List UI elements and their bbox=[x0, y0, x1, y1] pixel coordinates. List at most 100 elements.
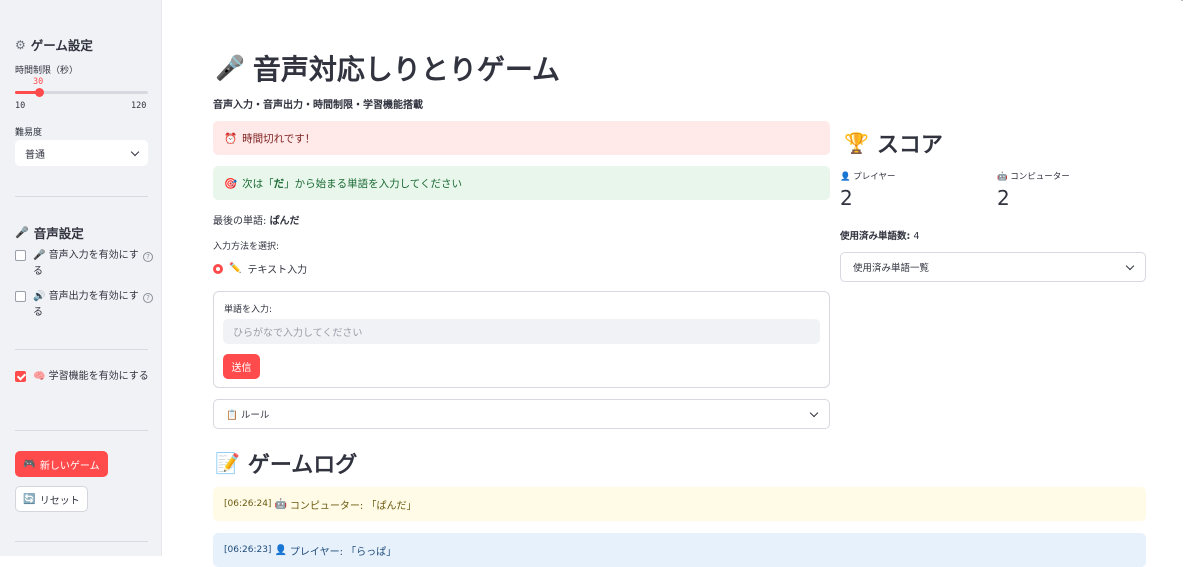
brain-icon: 🧠 bbox=[33, 371, 46, 382]
log-entry: [06:26:23] 👤 プレイヤー: 「らっぱ」 bbox=[213, 533, 1146, 567]
time-limit-max: 120 bbox=[131, 101, 147, 111]
speaker-icon: 🔊 bbox=[33, 291, 46, 302]
user-icon: 👤 bbox=[840, 172, 851, 182]
refresh-icon: 🔄 bbox=[23, 493, 36, 505]
used-words-value: 4 bbox=[913, 231, 920, 242]
player-label-text: プレイヤー bbox=[853, 172, 896, 182]
slider-thumb[interactable] bbox=[34, 88, 44, 97]
score-heading: 🏆 スコア bbox=[844, 131, 943, 158]
new-game-label: 新しいゲーム bbox=[39, 460, 100, 472]
divider bbox=[15, 541, 148, 542]
computer-label-text: コンピューター bbox=[1010, 172, 1070, 182]
log-text: コンピューター: 「ぱんだ」 bbox=[289, 500, 417, 512]
used-words-label: 使用済み単語数: bbox=[840, 231, 911, 242]
computer-score-value: 2 bbox=[997, 186, 1010, 210]
voice-output-text: 🔊 音声出力を有効にする bbox=[33, 289, 139, 321]
used-words-count: 使用済み単語数: 4 bbox=[840, 228, 919, 242]
menu-icon[interactable]: ⋮ bbox=[1177, 0, 1187, 3]
player-score-value: 2 bbox=[840, 186, 853, 210]
learning-checkbox-row[interactable]: 🧠 学習機能を有効にする bbox=[15, 369, 153, 385]
radio-selected[interactable] bbox=[213, 263, 223, 274]
word-input[interactable]: ひらがなで入力してください bbox=[223, 319, 820, 344]
computer-score-label: 🤖 コンピューター bbox=[997, 170, 1070, 182]
voice-input-checkbox-row[interactable]: 🎤 音声入力を有効にする ? bbox=[15, 248, 153, 280]
divider bbox=[15, 349, 148, 350]
help-icon[interactable]: ? bbox=[143, 252, 153, 262]
time-limit-label: 時間制限（秒） bbox=[15, 66, 79, 76]
help-icon[interactable]: ? bbox=[143, 293, 153, 303]
time-limit-min: 10 bbox=[15, 101, 26, 111]
last-word: 最後の単語: ぱんだ bbox=[213, 212, 300, 227]
sidebar: ⚙ ゲーム設定 時間制限（秒） 30 10 120 難易度 普通 🎤 音声設定 … bbox=[0, 0, 162, 556]
reset-label: リセット bbox=[39, 495, 80, 507]
difficulty-selected-value: 普通 bbox=[25, 149, 45, 161]
alarm-clock-icon: ⏰ bbox=[224, 132, 238, 145]
learning-text: 🧠 学習機能を有効にする bbox=[33, 369, 153, 385]
log-entry: [06:26:24] 🤖 コンピューター: 「ぱんだ」 bbox=[213, 487, 1146, 521]
main-content: ⋮ 🎤 音声対応しりとりゲーム 音声入力・音声出力・時間制限・学習機能搭載 ⏰ … bbox=[162, 0, 1199, 567]
game-log-heading: 📝 ゲームログ bbox=[215, 451, 358, 478]
microphone-icon: 🎤 bbox=[215, 54, 245, 82]
page-subtitle: 音声入力・音声出力・時間制限・学習機能搭載 bbox=[213, 100, 423, 111]
gamepad-icon: 🎮 bbox=[23, 458, 36, 470]
log-text: プレイヤー: 「らっぱ」 bbox=[289, 546, 397, 558]
robot-icon: 🤖 bbox=[274, 498, 287, 510]
last-word-value: ぱんだ bbox=[269, 216, 300, 227]
voice-output-label: 音声出力を有効にする bbox=[33, 291, 139, 318]
input-method-radio[interactable]: ✏️ テキスト入力 bbox=[213, 261, 307, 276]
voice-input-text: 🎤 音声入力を有効にする bbox=[33, 248, 139, 280]
pencil-icon: ✏️ bbox=[229, 263, 242, 274]
submit-label: 送信 bbox=[231, 363, 252, 374]
next-word-text: 次は「だ」から始まる単語を入力してください bbox=[242, 176, 462, 191]
voice-settings-heading: 🎤 音声設定 bbox=[15, 226, 84, 241]
player-score-label: 👤 プレイヤー bbox=[840, 170, 896, 182]
new-game-button[interactable]: 🎮 新しいゲーム bbox=[15, 451, 108, 477]
microphone-icon: 🎤 bbox=[15, 226, 29, 239]
log-time: [06:26:23] bbox=[224, 545, 272, 555]
next-word-alert: 🎯 次は「だ」から始まる単語を入力してください bbox=[213, 166, 830, 200]
voice-input-checkbox[interactable] bbox=[15, 250, 26, 261]
input-method-option-label: テキスト入力 bbox=[247, 265, 308, 276]
chevron-down-icon bbox=[130, 147, 140, 156]
used-words-expander[interactable]: 使用済み単語一覧 bbox=[840, 252, 1146, 282]
voice-output-checkbox[interactable] bbox=[15, 291, 26, 302]
microphone-icon: 🎤 bbox=[33, 250, 46, 261]
learning-checkbox[interactable] bbox=[15, 371, 26, 382]
next-suffix: 」から始まる単語を入力してください bbox=[284, 177, 462, 190]
game-settings-heading: ⚙ ゲーム設定 bbox=[15, 37, 93, 54]
difficulty-label: 難易度 bbox=[15, 128, 43, 138]
voice-input-label: 音声入力を有効にする bbox=[33, 250, 139, 277]
learning-label: 学習機能を有効にする bbox=[48, 371, 149, 382]
trophy-icon: 🏆 bbox=[844, 131, 869, 155]
target-icon: 🎯 bbox=[224, 177, 238, 190]
rules-expander-label: ルール bbox=[240, 410, 270, 421]
timeout-alert-text: 時間切れです！ bbox=[242, 132, 316, 145]
rules-expander-label-wrap: 📋 ルール bbox=[226, 407, 269, 421]
word-input-label: 単語を入力: bbox=[224, 305, 273, 315]
reset-button[interactable]: 🔄 リセット bbox=[15, 486, 88, 512]
time-limit-slider[interactable] bbox=[15, 88, 148, 97]
next-prefix: 次は「 bbox=[242, 177, 274, 190]
memo-icon: 📝 bbox=[215, 451, 240, 475]
last-word-label: 最後の単語: bbox=[213, 216, 267, 227]
clipboard-icon: 📋 bbox=[226, 410, 238, 421]
robot-icon: 🤖 bbox=[997, 172, 1008, 182]
divider bbox=[15, 430, 148, 431]
divider bbox=[15, 196, 148, 197]
rules-expander[interactable]: 📋 ルール bbox=[213, 399, 830, 429]
time-limit-value: 30 bbox=[33, 77, 44, 87]
voice-output-checkbox-row[interactable]: 🔊 音声出力を有効にする ? bbox=[15, 289, 153, 321]
used-words-expander-label: 使用済み単語一覧 bbox=[853, 263, 930, 274]
user-icon: 👤 bbox=[274, 544, 287, 556]
input-method-label: 入力方法を選択: bbox=[213, 242, 280, 252]
difficulty-select[interactable]: 普通 bbox=[15, 140, 148, 166]
chevron-down-icon bbox=[1125, 261, 1135, 270]
chevron-down-icon bbox=[809, 408, 819, 417]
next-char: だ bbox=[273, 177, 285, 190]
timeout-alert: ⏰ 時間切れです！ bbox=[213, 121, 830, 155]
word-form: 単語を入力: ひらがなで入力してください 送信 bbox=[213, 291, 830, 388]
submit-button[interactable]: 送信 bbox=[223, 354, 260, 379]
page-title: 🎤 音声対応しりとりゲーム bbox=[215, 53, 561, 86]
log-time: [06:26:24] bbox=[224, 499, 272, 509]
gear-icon: ⚙ bbox=[15, 37, 26, 52]
